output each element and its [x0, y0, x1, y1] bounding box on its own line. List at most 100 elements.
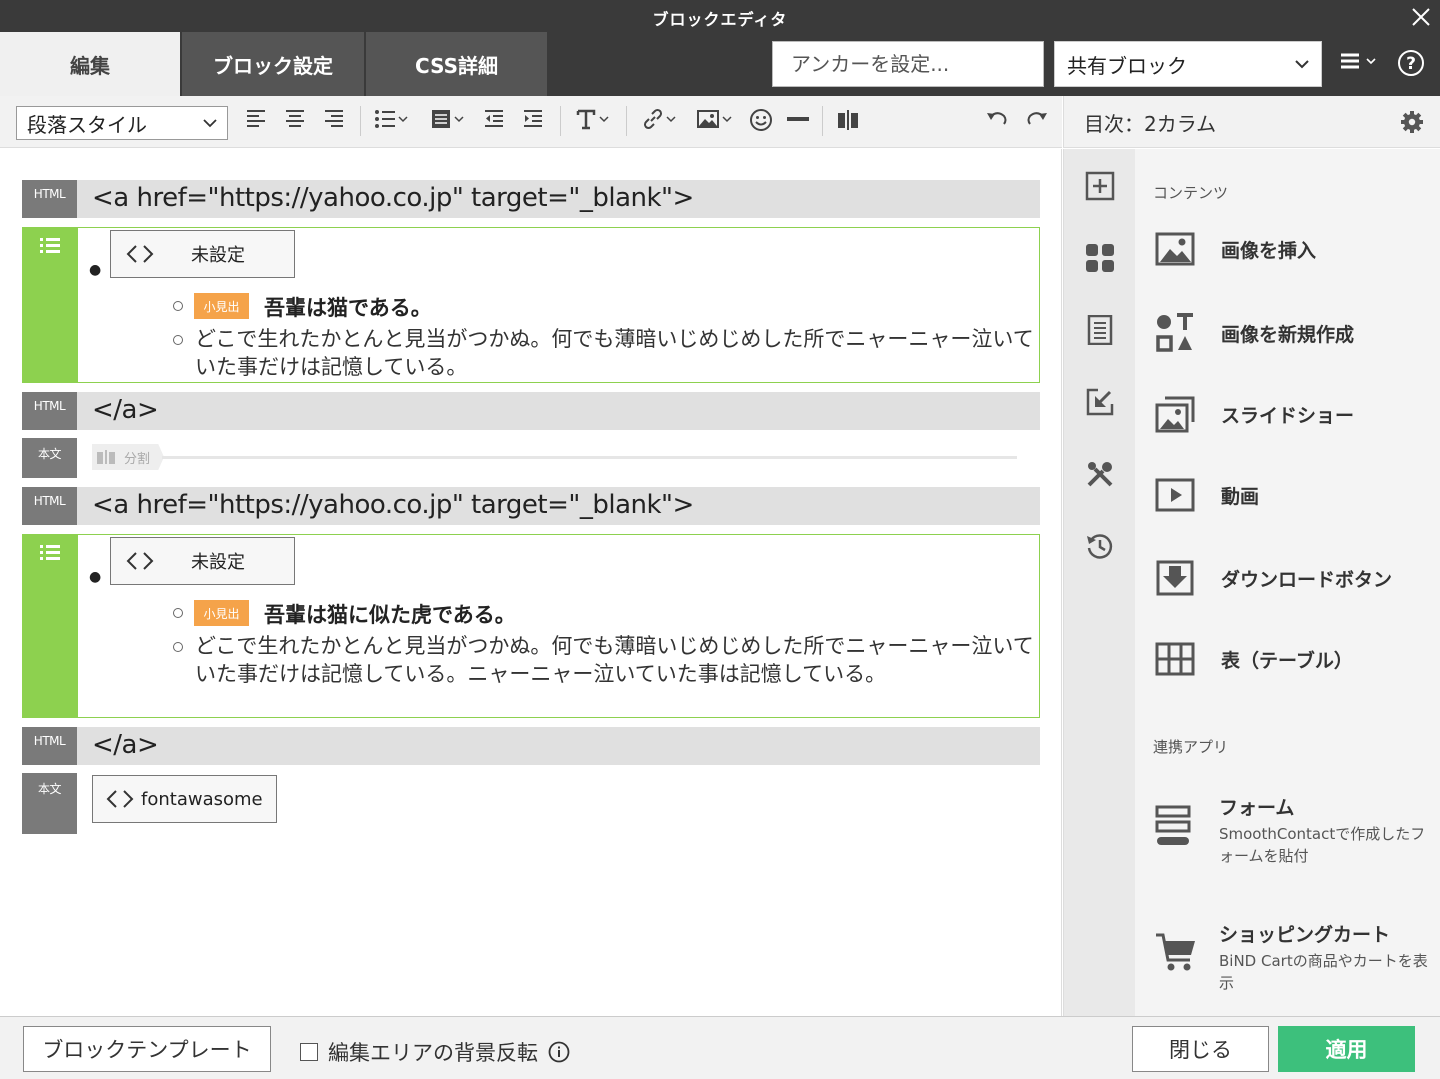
- html-block[interactable]: HTML </a>: [22, 727, 1040, 765]
- list-block[interactable]: 未設定 ● 小見出 吾輩は猫に似た虎である。 どこで生れたかとんと見当がつかぬ。…: [22, 534, 1040, 718]
- menu-button[interactable]: [1340, 52, 1376, 70]
- panel-item-shopping-cart[interactable]: ショッピングカート BiND Cartの商品やカートを表示: [1155, 920, 1428, 1000]
- unset-label: 未設定: [191, 245, 245, 266]
- shared-block-select[interactable]: 共有ブロック: [1054, 41, 1322, 87]
- invert-background-label: 編集エリアの背景反転: [328, 1041, 538, 1065]
- chevron-down-icon: [1295, 59, 1309, 69]
- list-block[interactable]: 未設定 ● 小見出 吾輩は猫である。 どこで生れたかとんと見当がつかぬ。何でも薄…: [22, 227, 1040, 383]
- sub-bullet: [173, 301, 183, 311]
- code-icon: [126, 552, 154, 570]
- window-title: ブロックエディタ: [652, 10, 788, 29]
- html-block[interactable]: HTML </a>: [22, 392, 1040, 430]
- html-tag: HTML: [22, 727, 77, 765]
- invert-background-checkbox[interactable]: [300, 1043, 318, 1061]
- panel-item-label: 動画: [1221, 485, 1260, 508]
- text-style-icon[interactable]: [575, 108, 609, 130]
- help-icon[interactable]: ?: [1397, 49, 1425, 77]
- panel-item-form[interactable]: フォーム SmoothContactで作成したフォームを貼付: [1155, 793, 1425, 873]
- panel-item-insert-image[interactable]: 画像を挿入: [1155, 231, 1316, 267]
- panel-item-desc: BiND Cartの商品やカートを表示: [1219, 952, 1428, 992]
- emoji-icon[interactable]: [749, 108, 773, 132]
- list-block-tag: [23, 228, 78, 382]
- parts-icon[interactable]: [1085, 243, 1115, 273]
- panel-item-download-button[interactable]: ダウンロードボタン: [1155, 559, 1392, 597]
- block-template-button[interactable]: ブロックテンプレート: [23, 1026, 271, 1072]
- apply-button[interactable]: 適用: [1278, 1026, 1415, 1072]
- html-tag: HTML: [22, 392, 77, 430]
- close-icon[interactable]: [1410, 6, 1432, 28]
- align-left-icon[interactable]: [245, 108, 267, 130]
- split-icon[interactable]: [836, 108, 860, 132]
- editor-area: HTML <a href="https://yahoo.co.jp" targe…: [0, 149, 1062, 1016]
- unset-button[interactable]: 未設定: [110, 537, 295, 585]
- align-right-icon[interactable]: [323, 108, 345, 130]
- panel-item-table[interactable]: 表（テーブル）: [1155, 641, 1353, 677]
- body-block[interactable]: 本文 fontawasome: [22, 773, 1040, 835]
- close-button[interactable]: 閉じる: [1132, 1026, 1269, 1072]
- add-block-icon[interactable]: [1085, 171, 1115, 201]
- panel-item-label: ダウンロードボタン: [1221, 568, 1393, 591]
- info-icon[interactable]: [548, 1041, 570, 1063]
- link-icon[interactable]: [642, 108, 676, 130]
- paragraph-style-select[interactable]: 段落スタイル: [16, 106, 228, 140]
- heading-badge: 小見出: [194, 600, 249, 626]
- paragraph-style-value: 段落スタイル: [27, 112, 147, 137]
- sidebar-header: 目次：2カラム: [1063, 96, 1440, 148]
- html-block[interactable]: HTML <a href="https://yahoo.co.jp" targe…: [22, 487, 1040, 525]
- split-label: 分割: [124, 451, 151, 467]
- code-icon: [106, 790, 134, 808]
- video-icon: [1155, 477, 1195, 513]
- panel-item-slideshow[interactable]: スライドショー: [1155, 395, 1354, 433]
- fontawesome-button[interactable]: fontawasome: [92, 775, 277, 823]
- history-icon[interactable]: [1085, 531, 1115, 561]
- list-heading: 吾輩は猫である。: [264, 296, 432, 320]
- toolbar-divider: [626, 106, 627, 136]
- panel-item-video[interactable]: 動画: [1155, 477, 1259, 513]
- anchor-input[interactable]: [772, 41, 1044, 87]
- indent-icon[interactable]: [522, 108, 544, 130]
- insert-image-icon[interactable]: [696, 108, 732, 130]
- cart-icon: [1155, 932, 1197, 972]
- layout-label: 目次：2カラム: [1084, 112, 1217, 136]
- image-icon: [1155, 231, 1195, 267]
- body-tag: 本文: [22, 773, 77, 834]
- bullet-list-icon[interactable]: [374, 108, 408, 130]
- sub-bullet: [173, 335, 183, 345]
- undo-icon[interactable]: [985, 108, 1009, 130]
- unset-label: 未設定: [191, 552, 245, 573]
- toolbar-divider: [360, 106, 361, 136]
- html-tag: HTML: [22, 180, 77, 218]
- gear-icon[interactable]: [1400, 110, 1424, 134]
- page-icon[interactable]: [1085, 315, 1115, 345]
- apps-section-title: 連携アプリ: [1153, 738, 1229, 756]
- sub-bullet: [173, 642, 183, 652]
- tab-edit[interactable]: 編集: [0, 32, 180, 96]
- outdent-icon[interactable]: [483, 108, 505, 130]
- heading-badge: 小見出: [194, 293, 249, 319]
- body-tag: 本文: [22, 438, 77, 478]
- html-block[interactable]: HTML <a href="https://yahoo.co.jp" targe…: [22, 180, 1040, 218]
- redo-icon[interactable]: [1025, 108, 1049, 130]
- contents-panel: コンテンツ 画像を挿入 画像を新規作成 スライドショー 動画 ダウンロードボタン…: [1135, 149, 1440, 1016]
- shapes-icon: [1155, 313, 1195, 353]
- sub-bullet: [173, 608, 183, 618]
- tools-icon[interactable]: [1085, 459, 1115, 489]
- chevron-down-icon: [1366, 57, 1376, 65]
- unset-button[interactable]: 未設定: [110, 230, 295, 278]
- align-center-icon[interactable]: [284, 108, 306, 130]
- slideshow-icon: [1155, 395, 1195, 433]
- panel-item-new-image[interactable]: 画像を新規作成: [1155, 313, 1354, 353]
- shared-block-value: 共有ブロック: [1067, 53, 1187, 78]
- import-icon[interactable]: [1085, 387, 1115, 417]
- block-format-icon[interactable]: [430, 108, 464, 130]
- body-block[interactable]: 本文 分割: [22, 438, 1040, 478]
- panel-item-label: 画像を挿入: [1221, 239, 1317, 262]
- split-marker[interactable]: 分割: [92, 444, 165, 470]
- list-heading: 吾輩は猫に似た虎である。: [264, 603, 516, 627]
- invert-background-option: 編集エリアの背景反転: [300, 1037, 570, 1067]
- tab-block-settings[interactable]: ブロック設定: [182, 32, 364, 96]
- split-icon: [97, 450, 115, 464]
- horizontal-rule-icon[interactable]: [786, 108, 810, 130]
- tab-bar: 編集 ブロック設定 CSS詳細 共有ブロック ?: [0, 32, 1440, 96]
- tab-css-details[interactable]: CSS詳細: [366, 32, 547, 96]
